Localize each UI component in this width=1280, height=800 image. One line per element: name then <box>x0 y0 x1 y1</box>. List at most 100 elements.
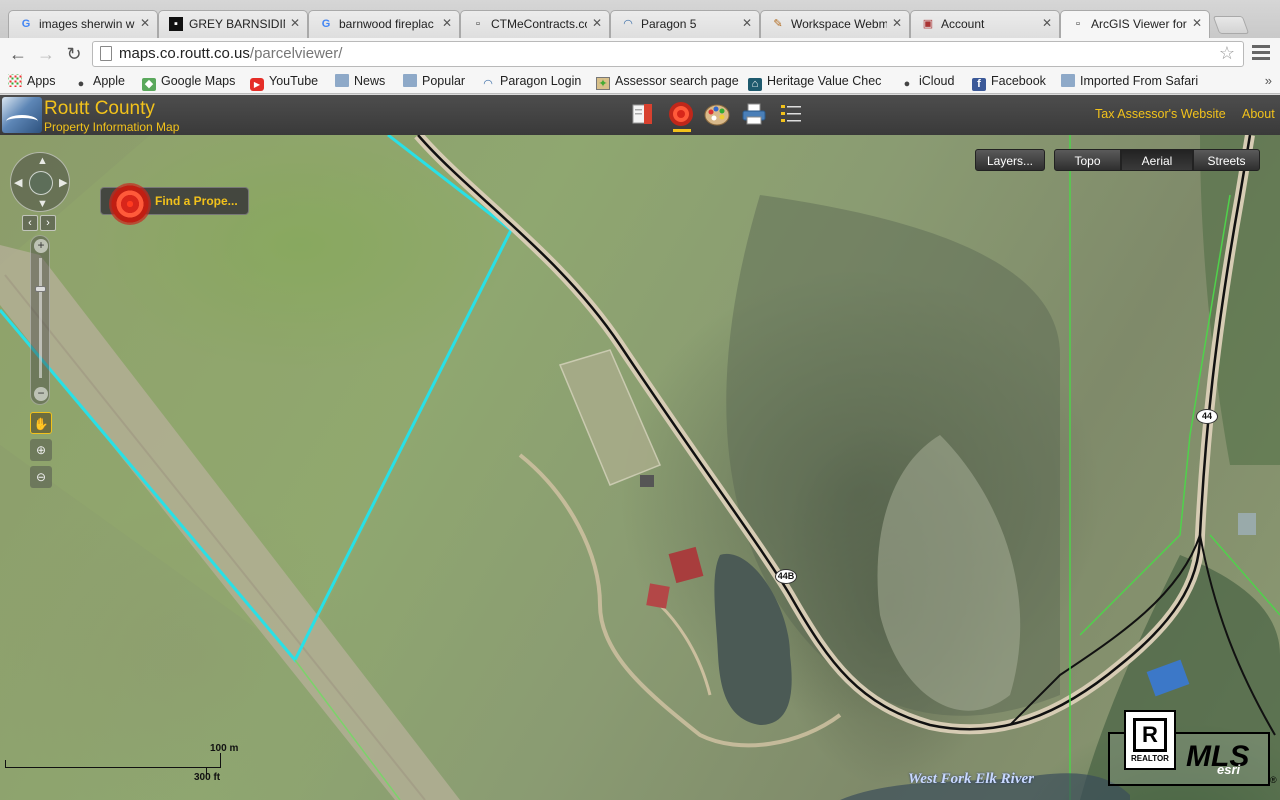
bookmark-star-icon[interactable]: ☆ <box>1219 43 1235 64</box>
folder-icon <box>335 74 349 87</box>
close-tab-icon[interactable]: ✕ <box>742 16 752 30</box>
basemap-topo-button[interactable]: Topo <box>1054 149 1121 171</box>
scale-bar: 100 m 300 ft <box>5 743 245 787</box>
bookmark-icloud[interactable]: ● iCloud <box>900 74 955 91</box>
account-icon: ▣ <box>922 18 934 30</box>
bookmark-facebook[interactable]: f Facebook <box>972 74 1046 91</box>
map-canvas[interactable]: 44B 44 ▲ ▼ ◀ ▶ ‹ › + − ✋ ⊕ ⊖ Find a Prope… <box>0 135 1280 800</box>
bookmark-label: Imported From Safari <box>1080 74 1199 88</box>
tab-label: GREY BARNSIDING <box>189 17 285 31</box>
previous-extent-icon[interactable]: ‹ <box>22 215 38 231</box>
close-tab-icon[interactable]: ✕ <box>592 16 602 30</box>
find-property-tool-icon[interactable] <box>668 101 694 127</box>
pan-down-icon[interactable]: ▼ <box>37 198 48 210</box>
youtube-icon: ▶ <box>250 78 264 91</box>
close-tab-icon[interactable]: ✕ <box>1192 16 1202 30</box>
bookmark-label: Paragon Login <box>500 74 582 88</box>
bookmarks-bar: Apps ● Apple ◆ Google Maps ▶ YouTube News P… <box>0 70 1280 94</box>
tax-assessor-link[interactable]: Tax Assessor's Website <box>1095 107 1226 121</box>
aerial-imagery <box>0 135 1280 800</box>
browser-menu-icon[interactable] <box>1252 45 1270 63</box>
zoom-track[interactable] <box>39 258 42 378</box>
bookmark-apple[interactable]: ● Apple <box>74 74 125 91</box>
facebook-icon: f <box>972 78 986 91</box>
zoom-out-icon[interactable]: − <box>34 387 48 401</box>
tab-barnwood-fireplace[interactable]: G barnwood fireplac ✕ <box>308 10 460 38</box>
close-tab-icon[interactable]: ✕ <box>442 16 452 30</box>
routt-county-logo <box>2 97 42 133</box>
bookmark-apps[interactable]: Apps <box>8 74 56 88</box>
bookmarks-overflow-icon[interactable]: » <box>1265 73 1272 88</box>
google-icon: G <box>21 18 31 30</box>
print-tool-icon[interactable] <box>741 101 767 127</box>
page-icon <box>100 46 112 61</box>
bookmark-google-maps[interactable]: ◆ Google Maps <box>142 74 235 91</box>
pan-left-icon[interactable]: ◀ <box>14 176 22 189</box>
bookmark-youtube[interactable]: ▶ YouTube <box>250 74 318 91</box>
target-icon[interactable] <box>109 183 151 225</box>
basemap-aerial-button[interactable]: Aerial <box>1121 149 1193 171</box>
bookmark-label: Apps <box>27 74 56 88</box>
site-favicon-icon: ▪ <box>169 17 183 31</box>
bookmark-imported-from-safari[interactable]: Imported From Safari <box>1061 74 1198 88</box>
apple-icon: ● <box>77 78 85 90</box>
reload-icon[interactable]: ↻ <box>62 42 86 66</box>
esri-logo[interactable]: esri <box>1217 762 1240 777</box>
bookmark-label: Assessor search page <box>615 74 739 88</box>
legend-tool-icon[interactable] <box>778 101 804 127</box>
bookmark-label: YouTube <box>269 74 319 88</box>
full-extent-globe-icon[interactable] <box>29 171 53 195</box>
realtor-r-icon: R <box>1133 718 1167 752</box>
forward-icon[interactable]: → <box>34 42 58 66</box>
scale-imperial-label: 300 ft <box>194 772 221 783</box>
bookmark-label: Popular <box>422 74 466 88</box>
tab-ctmecontracts[interactable]: ▫ CTMeContracts.co ✕ <box>460 10 610 38</box>
close-tab-icon[interactable]: ✕ <box>1042 16 1052 30</box>
zoom-out-box-icon[interactable]: ⊖ <box>30 466 52 488</box>
pan-hand-icon[interactable]: ✋ <box>30 412 52 434</box>
about-link[interactable]: About <box>1242 107 1275 121</box>
road-label-44: 44 <box>1196 409 1218 424</box>
scale-metric-label: 100 m <box>210 743 239 754</box>
bookmark-heritage-value[interactable]: ⌂ Heritage Value Chec <box>748 74 881 91</box>
zoom-in-icon[interactable]: + <box>34 239 48 253</box>
folder-icon <box>403 74 417 87</box>
pan-control[interactable]: ▲ ▼ ◀ ▶ <box>10 152 70 212</box>
heritage-icon: ⌂ <box>748 78 762 91</box>
tab-account[interactable]: ▣ Account ✕ <box>910 10 1060 38</box>
layers-button[interactable]: Layers... <box>975 149 1045 171</box>
close-tab-icon[interactable]: ✕ <box>290 16 300 30</box>
close-tab-icon[interactable]: ✕ <box>892 16 902 30</box>
bookmark-paragon-login[interactable]: ◠ Paragon Login <box>481 74 581 91</box>
tab-grey-barnsiding[interactable]: ▪ GREY BARNSIDING ✕ <box>158 10 308 38</box>
zoom-slider[interactable]: + − <box>30 235 50 405</box>
bookmark-label: Facebook <box>991 74 1046 88</box>
tab-images-sherwin[interactable]: G images sherwin w ✕ <box>8 10 158 38</box>
tab-paragon-5[interactable]: ◠ Paragon 5 ✕ <box>610 10 760 38</box>
bookmark-popular[interactable]: Popular <box>403 74 465 88</box>
url-path: /parcelviewer/ <box>249 45 343 62</box>
bookmark-news[interactable]: News <box>335 74 385 88</box>
zoom-thumb[interactable] <box>35 286 46 292</box>
pan-right-icon[interactable]: ▶ <box>59 176 67 189</box>
back-icon[interactable]: ← <box>6 42 30 66</box>
pan-up-icon[interactable]: ▲ <box>37 155 48 167</box>
page-icon: ▫ <box>1076 18 1080 30</box>
tab-label: images sherwin w <box>39 17 135 31</box>
close-tab-icon[interactable]: ✕ <box>140 16 150 30</box>
basemap-streets-button[interactable]: Streets <box>1193 149 1260 171</box>
tab-label: barnwood fireplac <box>339 17 434 31</box>
tab-workspace-webmail[interactable]: ✎ Workspace Webm ✕ <box>760 10 910 38</box>
bookmark-assessor-search[interactable]: ✦ Assessor search page <box>596 74 739 90</box>
basemap-gallery-tool-icon[interactable] <box>704 101 730 127</box>
scale-bar-line <box>5 760 220 768</box>
next-extent-icon[interactable]: › <box>40 215 56 231</box>
bookmarks-tool-icon[interactable] <box>630 101 656 127</box>
app-title: Routt County <box>44 98 155 119</box>
tab-arcgis-viewer[interactable]: ▫ ArcGIS Viewer for ✕ <box>1060 10 1210 39</box>
paragon-icon: ◠ <box>483 78 493 90</box>
map-tool-stack: ✋ ⊕ ⊖ <box>30 412 52 492</box>
address-bar[interactable]: maps.co.routt.co.us/parcelviewer/ ☆ <box>92 41 1244 67</box>
zoom-in-box-icon[interactable]: ⊕ <box>30 439 52 461</box>
new-tab-button[interactable] <box>1212 16 1250 34</box>
